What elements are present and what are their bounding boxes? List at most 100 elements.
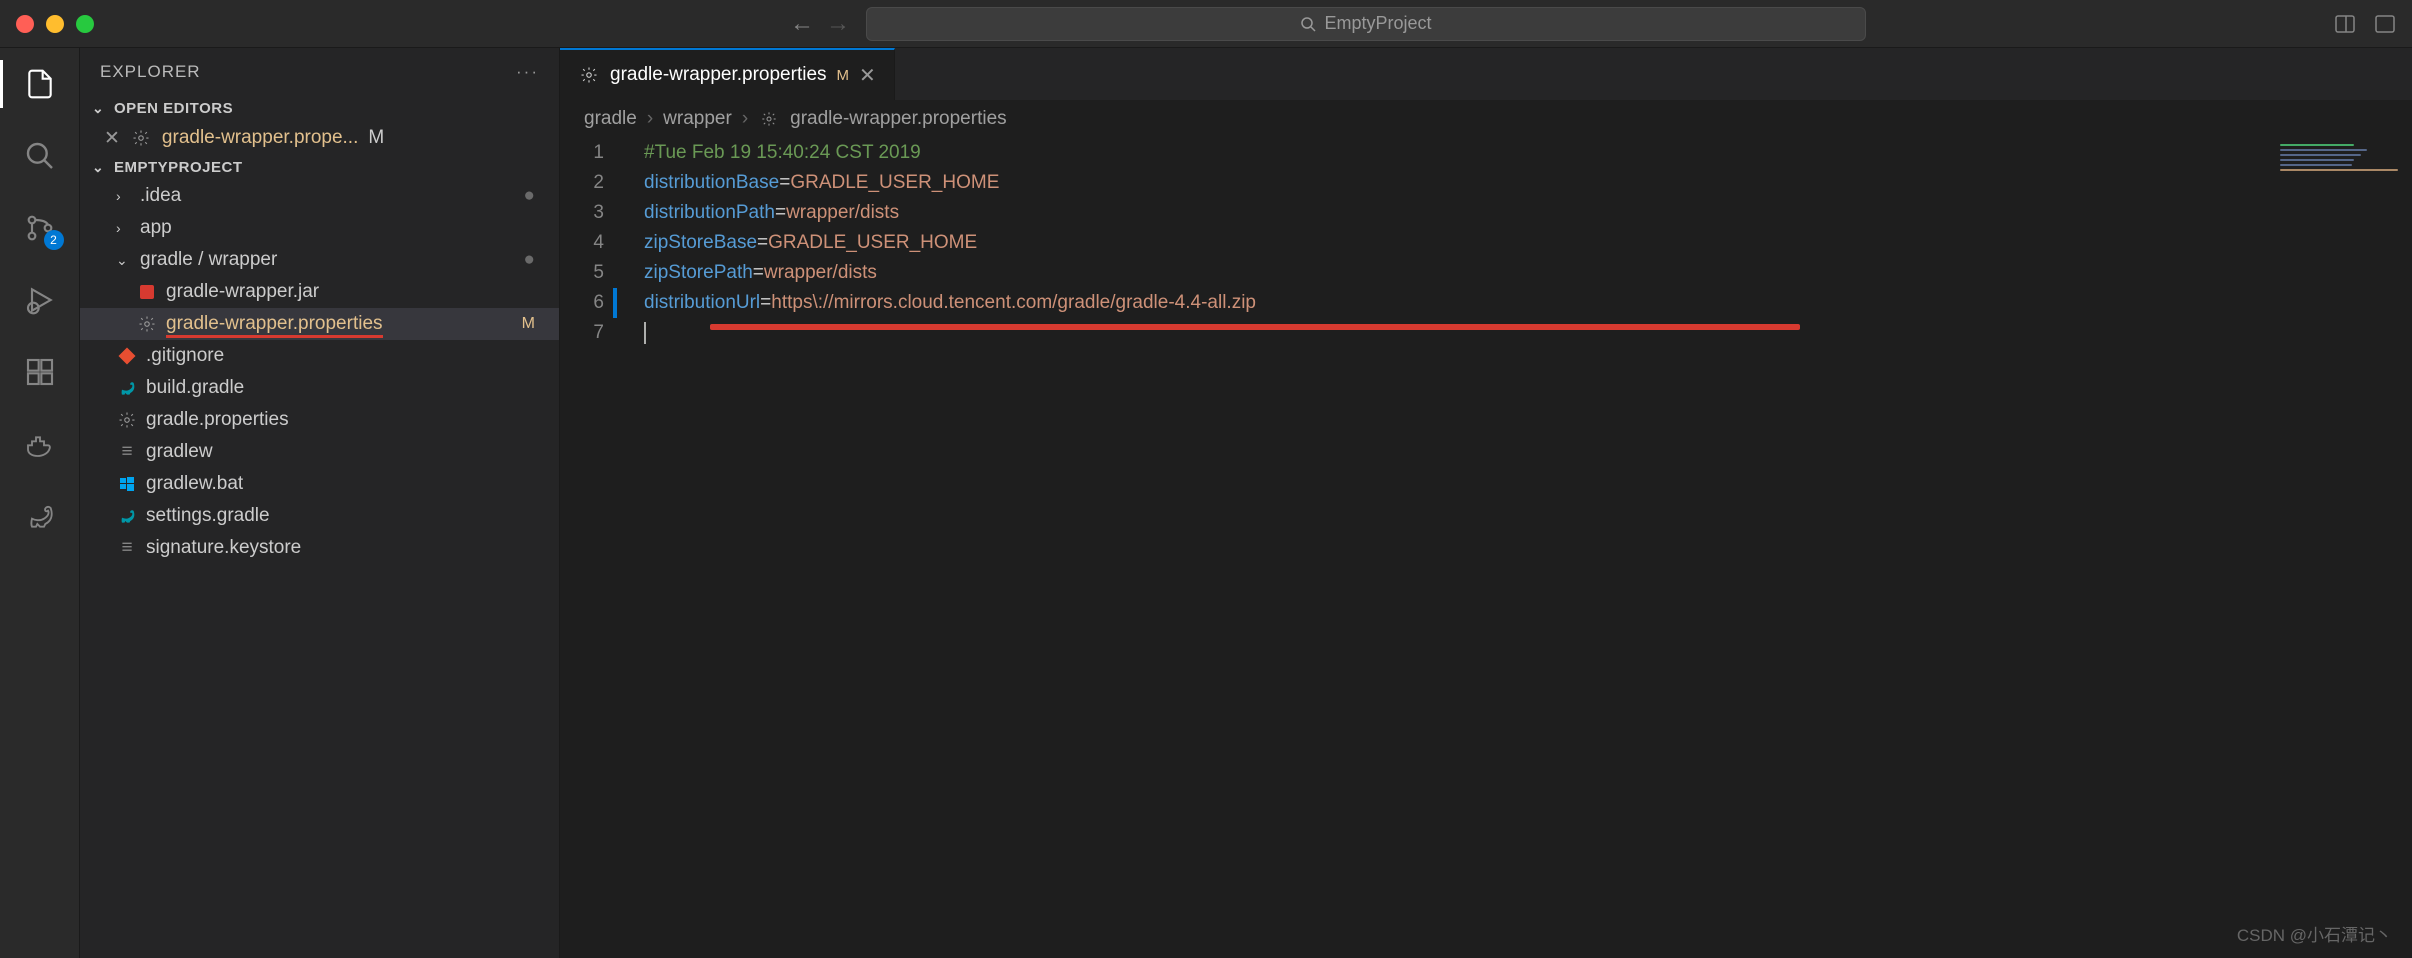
file-tree: › .idea ● › app ⌄ gradle / wrapper ● gra… [80, 180, 559, 564]
gradle-file-icon [116, 505, 138, 527]
file-settings-gradle[interactable]: settings.gradle [80, 500, 559, 532]
chevron-down-icon: ⌄ [92, 100, 108, 117]
sidebar-header: EXPLORER ··· [80, 48, 559, 96]
layout-sidebar-icon[interactable] [2374, 13, 2396, 35]
activity-extensions[interactable] [20, 352, 60, 392]
tab-filename: gradle-wrapper.properties [610, 64, 827, 86]
breadcrumb-seg[interactable]: wrapper [663, 108, 732, 130]
activity-debug[interactable] [20, 280, 60, 320]
modified-dot-icon: ● [524, 185, 535, 207]
file-gradle-wrapper-properties[interactable]: gradle-wrapper.properties M [80, 308, 559, 340]
breadcrumb-seg[interactable]: gradle-wrapper.properties [790, 108, 1007, 130]
explorer-sidebar: EXPLORER ··· ⌄ OPEN EDITORS ✕ gradle-wra… [80, 48, 560, 958]
files-icon [24, 68, 56, 100]
tab-gradle-wrapper-properties[interactable]: gradle-wrapper.properties M ✕ [560, 48, 895, 100]
folder-idea[interactable]: › .idea ● [80, 180, 559, 212]
text-cursor [644, 322, 646, 344]
nav-forward-button[interactable]: → [826, 10, 850, 38]
file-label: build.gradle [146, 377, 244, 399]
file-label: signature.keystore [146, 537, 301, 559]
git-icon [116, 345, 138, 367]
file-label: gradlew.bat [146, 473, 243, 495]
file-gradlew[interactable]: ≡ gradlew [80, 436, 559, 468]
chevron-down-icon: ⌄ [116, 252, 132, 269]
extensions-icon [24, 356, 56, 388]
sidebar-title: EXPLORER [100, 62, 201, 82]
line-number: 7 [560, 318, 604, 348]
open-editor-filename: gradle-wrapper.prope... [162, 127, 358, 149]
code-key: distributionUrl [644, 292, 760, 313]
open-editor-status: M [368, 127, 384, 149]
annotation-underline [710, 324, 1800, 330]
gear-icon [758, 108, 780, 130]
nav-back-button[interactable]: ← [790, 10, 814, 38]
close-editor-icon[interactable]: ✕ [104, 127, 120, 150]
line-number: 2 [560, 168, 604, 198]
file-build-gradle[interactable]: build.gradle [80, 372, 559, 404]
code-val: wrapper/dists [764, 262, 877, 283]
modified-dot-icon: ● [524, 249, 535, 271]
editor-tabs: gradle-wrapper.properties M ✕ [560, 48, 2412, 100]
docker-icon [24, 428, 56, 460]
code-val: GRADLE_USER_HOME [790, 172, 999, 193]
project-section-label: EMPTYPROJECT [114, 159, 243, 176]
code-editor[interactable]: 1 2 3 4 5 6 7 #Tue Feb 19 15:40:24 CST 2… [560, 138, 2412, 958]
chevron-right-icon: › [647, 108, 653, 130]
file-status: M [522, 315, 535, 333]
open-editors-section[interactable]: ⌄ OPEN EDITORS [80, 96, 559, 121]
close-window-button[interactable] [16, 15, 34, 33]
activity-gradle[interactable] [20, 496, 60, 536]
file-gitignore[interactable]: .gitignore [80, 340, 559, 372]
layout-panel-icon[interactable] [2334, 13, 2356, 35]
minimize-window-button[interactable] [46, 15, 64, 33]
search-icon [24, 140, 56, 172]
activity-search[interactable] [20, 136, 60, 176]
editor-area: gradle-wrapper.properties M ✕ gradle › w… [560, 48, 2412, 958]
nav-arrows: ← → [790, 10, 850, 38]
code-content[interactable]: #Tue Feb 19 15:40:24 CST 2019 distributi… [620, 138, 2272, 958]
windows-icon [116, 473, 138, 495]
code-val: wrapper/dists [786, 202, 899, 223]
line-number: 4 [560, 228, 604, 258]
activity-scm[interactable]: 2 [20, 208, 60, 248]
gear-icon [578, 64, 600, 86]
vscode-window: ← → EmptyProject 2 [0, 0, 2412, 958]
code-key: zipStorePath [644, 262, 753, 283]
folder-gradle[interactable]: ⌄ gradle / wrapper ● [80, 244, 559, 276]
maximize-window-button[interactable] [76, 15, 94, 33]
chevron-down-icon: ⌄ [92, 159, 108, 176]
line-number: 6 [560, 288, 604, 318]
project-section[interactable]: ⌄ EMPTYPROJECT [80, 155, 559, 180]
minimap[interactable] [2272, 138, 2412, 958]
folder-app[interactable]: › app [80, 212, 559, 244]
chevron-right-icon: › [116, 220, 132, 236]
file-gradlew-bat[interactable]: gradlew.bat [80, 468, 559, 500]
folder-label: .idea [140, 185, 181, 207]
command-center-text: EmptyProject [1324, 13, 1431, 34]
breadcrumb-seg[interactable]: gradle [584, 108, 637, 130]
file-gradle-properties[interactable]: gradle.properties [80, 404, 559, 436]
code-val: https\://mirrors.cloud.tencent.com/gradl… [771, 292, 1256, 313]
text-file-icon: ≡ [116, 441, 138, 463]
open-editor-item[interactable]: ✕ gradle-wrapper.prope... M [80, 121, 559, 155]
file-label: gradle-wrapper.jar [166, 281, 319, 303]
activity-explorer[interactable] [20, 64, 60, 104]
command-center[interactable]: EmptyProject [866, 7, 1866, 41]
close-tab-icon[interactable]: ✕ [859, 63, 876, 88]
text-file-icon: ≡ [116, 537, 138, 559]
watermark: CSDN @小石潭记丶 [2237, 921, 2392, 946]
open-editors-label: OPEN EDITORS [114, 100, 233, 117]
minimap-content [2280, 144, 2404, 171]
file-label: .gitignore [146, 345, 224, 367]
code-key: zipStoreBase [644, 232, 757, 253]
file-gradle-wrapper-jar[interactable]: gradle-wrapper.jar [80, 276, 559, 308]
code-key: distributionPath [644, 202, 775, 223]
breadcrumbs[interactable]: gradle › wrapper › gradle-wrapper.proper… [560, 100, 2412, 138]
gradle-file-icon [116, 377, 138, 399]
scm-badge: 2 [44, 230, 64, 250]
titlebar: ← → EmptyProject [0, 0, 2412, 48]
sidebar-more-icon[interactable]: ··· [516, 62, 539, 82]
file-signature-keystore[interactable]: ≡ signature.keystore [80, 532, 559, 564]
activity-docker[interactable] [20, 424, 60, 464]
line-number: 3 [560, 198, 604, 228]
